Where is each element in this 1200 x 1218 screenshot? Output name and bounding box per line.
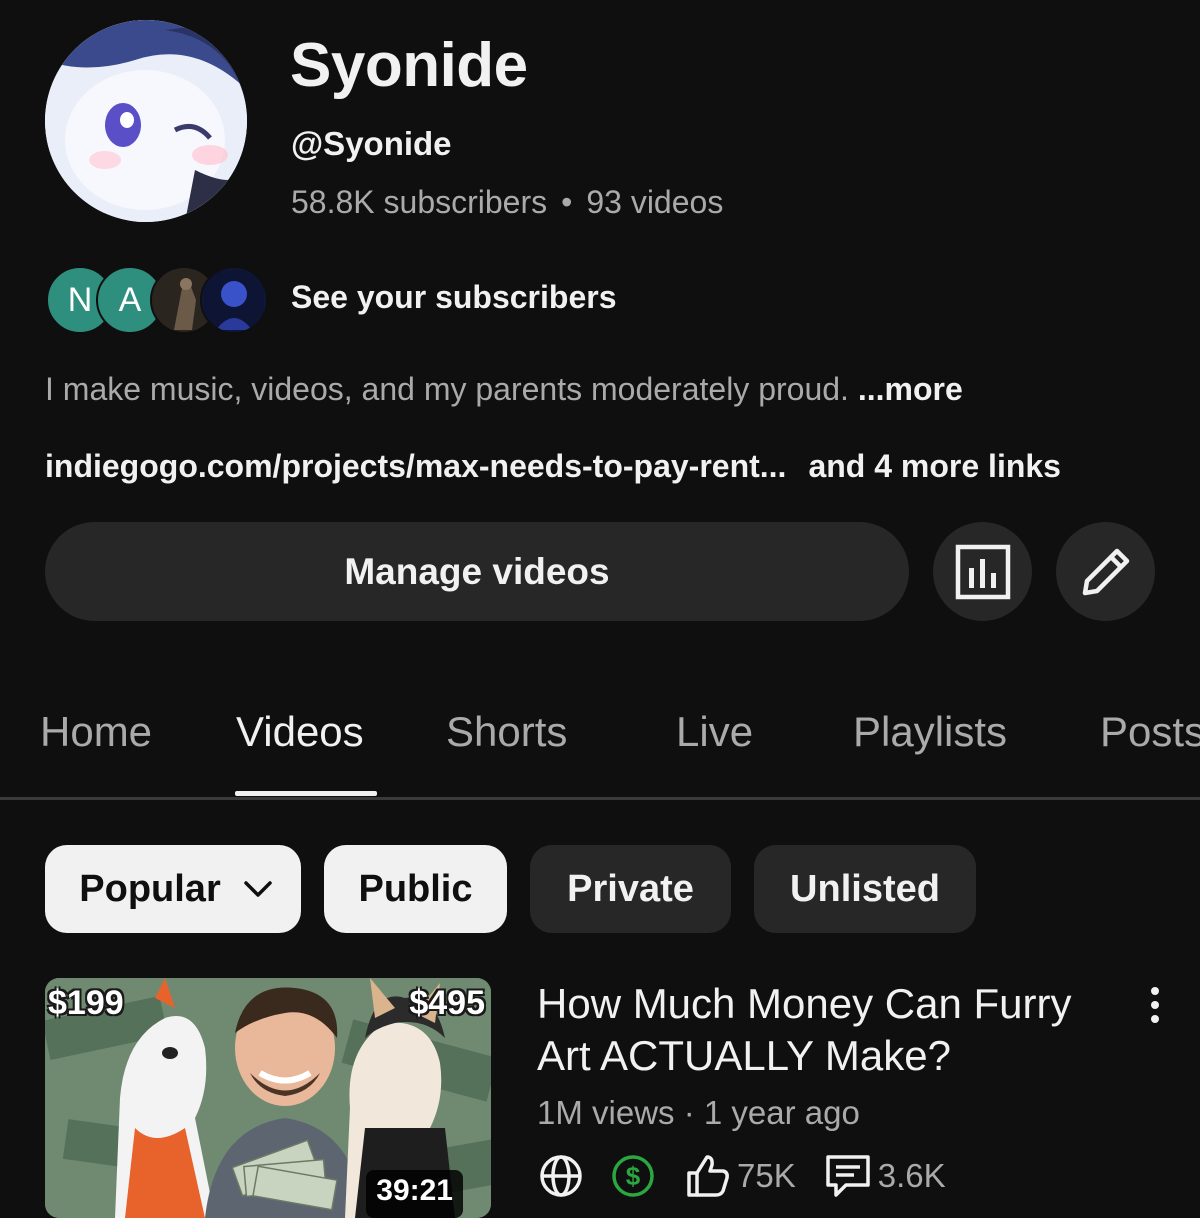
chevron-down-icon	[243, 881, 272, 897]
tabs-divider	[0, 797, 1200, 800]
video-duration: 39:21	[366, 1170, 463, 1218]
svg-text:$: $	[626, 1161, 641, 1191]
video-views: 1M views	[537, 1094, 675, 1131]
video-title[interactable]: How Much Money Can Furry Art ACTUALLY Ma…	[537, 978, 1127, 1082]
comment-icon	[824, 1153, 872, 1199]
tab-live[interactable]: Live	[676, 708, 753, 756]
video-meta: 1M views · 1 year ago	[537, 1094, 860, 1132]
video-count: 93 videos	[586, 184, 724, 220]
sort-label: Popular	[79, 867, 221, 910]
globe-icon	[537, 1152, 585, 1200]
dollar-icon: $	[609, 1152, 657, 1200]
pencil-icon	[1082, 548, 1129, 595]
see-subscribers-link[interactable]: See your subscribers	[291, 279, 616, 316]
channel-avatar[interactable]	[45, 20, 247, 222]
sort-dropdown[interactable]: Popular	[45, 845, 301, 933]
primary-link[interactable]: indiegogo.com/projects/max-needs-to-pay-…	[45, 448, 786, 484]
manage-videos-button[interactable]: Manage videos	[45, 522, 909, 621]
subscriber-count: 58.8K subscribers	[291, 184, 548, 220]
tab-playlists[interactable]: Playlists	[853, 708, 1007, 756]
tab-home[interactable]: Home	[40, 708, 152, 756]
active-tab-indicator	[235, 791, 377, 796]
tab-videos[interactable]: Videos	[236, 708, 364, 756]
subscriber-avatar	[200, 266, 268, 334]
filter-chip-unlisted[interactable]: Unlisted	[754, 845, 976, 933]
subscriber-avatars[interactable]: N A	[46, 266, 268, 334]
meta-separator: ·	[683, 1094, 695, 1131]
channel-description[interactable]: I make music, videos, and my parents mod…	[45, 371, 963, 408]
description-more-link[interactable]: ...more	[858, 371, 963, 407]
thumbnail-price-right: $495	[409, 984, 485, 1022]
stats-separator: •	[561, 184, 573, 220]
video-options-button[interactable]	[1140, 985, 1170, 1025]
more-links[interactable]: and 4 more links	[808, 448, 1061, 484]
thumbs-up-icon	[685, 1153, 731, 1199]
bar-chart-icon	[955, 544, 1010, 599]
tab-shorts[interactable]: Shorts	[446, 708, 567, 756]
more-vertical-icon	[1151, 987, 1159, 1023]
filter-chip-public[interactable]: Public	[324, 845, 507, 933]
video-stats-row: $ 75K 3.6K	[537, 1154, 946, 1198]
channel-tabs: Home Videos Shorts Live Playlists Posts	[0, 700, 1200, 800]
video-age: 1 year ago	[703, 1094, 860, 1131]
description-text: I make music, videos, and my parents mod…	[45, 371, 849, 407]
edit-channel-button[interactable]	[1056, 522, 1155, 621]
comment-count: 3.6K	[877, 1157, 946, 1194]
channel-stats: 58.8K subscribers • 93 videos	[291, 184, 723, 221]
like-count: 75K	[737, 1157, 796, 1194]
thumbnail-price-left: $199	[48, 984, 124, 1022]
channel-links: indiegogo.com/projects/max-needs-to-pay-…	[45, 448, 1061, 485]
tab-posts[interactable]: Posts	[1100, 708, 1200, 756]
channel-handle: @Syonide	[291, 125, 452, 162]
video-thumbnail[interactable]: $199 $495 39:21	[45, 978, 491, 1218]
filter-chip-private[interactable]: Private	[530, 845, 731, 933]
analytics-button[interactable]	[933, 522, 1032, 621]
channel-name: Syonide	[290, 31, 528, 100]
